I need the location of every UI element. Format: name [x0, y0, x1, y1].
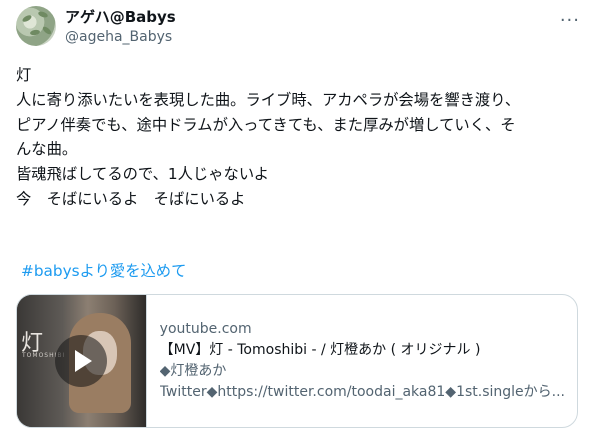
tweet-line: ピアノ伴奏でも、途中ドラムが入ってきても、また厚みが増していく、そ: [16, 115, 516, 134]
tweet-header: アゲハ@Babys @ageha_Babys ···: [16, 6, 582, 50]
tweet-text: 灯 人に寄り添いたいを表現した曲。ライブ時、アカペラが会場を響き渡り、 ピアノ伴…: [16, 63, 582, 212]
display-name[interactable]: アゲハ@Babys: [65, 7, 176, 27]
video-thumbnail[interactable]: 灯 TOMOSHIBI: [17, 295, 147, 427]
tweet-line: んな曲。: [16, 140, 78, 159]
card-description-line: Twitter◆https://twitter.com/toodai_aka81…: [159, 384, 565, 400]
tweet-line: 皆魂飛ばしてるので、1人じゃないよ: [16, 165, 270, 184]
avatar[interactable]: [16, 6, 56, 46]
card-meta: youtube.com 【MV】灯 - Tomoshibi - / 灯橙あか (…: [147, 295, 577, 427]
play-icon[interactable]: [55, 335, 108, 387]
tweet-line: 灯: [16, 66, 32, 84]
more-horizontal-icon[interactable]: ···: [560, 10, 580, 31]
tweet-line: 人に寄り添いたいを表現した曲。ライブ時、アカペラが会場を響き渡り、: [16, 90, 521, 109]
card-description-line: ◆灯橙あか: [159, 363, 227, 379]
card-domain: youtube.com: [159, 321, 252, 337]
hashtag-link[interactable]: #babysより愛を込めて: [21, 260, 186, 282]
author-info: アゲハ@Babys @ageha_Babys: [65, 7, 176, 47]
link-card[interactable]: 灯 TOMOSHIBI youtube.com 【MV】灯 - Tomoshib…: [16, 294, 578, 428]
tweet-line: 今 そばにいるよ そばにいるよ: [16, 189, 246, 208]
user-handle[interactable]: @ageha_Babys: [65, 27, 176, 47]
card-title: 【MV】灯 - Tomoshibi - / 灯橙あか ( オリジナル ): [159, 342, 481, 358]
